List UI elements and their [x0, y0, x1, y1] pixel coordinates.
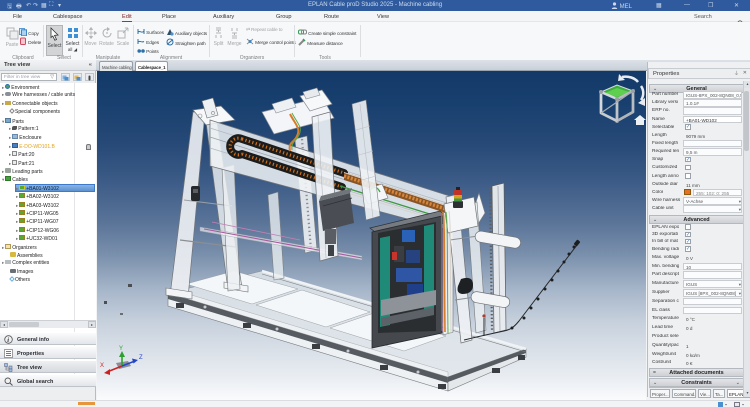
svg-text:Z: Z [139, 355, 143, 361]
svg-text:Y: Y [119, 346, 123, 352]
svg-text:X: X [100, 363, 104, 369]
svg-text:i: i [7, 337, 9, 344]
